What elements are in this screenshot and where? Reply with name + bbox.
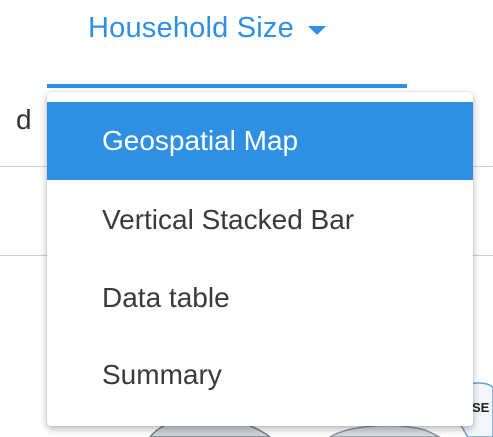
menu-item-summary[interactable]: Summary bbox=[47, 335, 473, 415]
view-type-menu: Geospatial Map Vertical Stacked Bar Data… bbox=[47, 92, 473, 426]
caret-down-icon bbox=[307, 26, 326, 35]
menu-item-geospatial-map[interactable]: Geospatial Map bbox=[47, 102, 473, 180]
map-region bbox=[328, 424, 441, 437]
tab-active-indicator bbox=[47, 84, 407, 88]
tab-label: Household Size bbox=[88, 12, 294, 44]
background-text-fragment: d bbox=[16, 104, 32, 135]
menu-item-vertical-stacked-bar[interactable]: Vertical Stacked Bar bbox=[47, 180, 473, 260]
menu-item-label: Geospatial Map bbox=[102, 125, 299, 156]
menu-item-label: Summary bbox=[102, 359, 222, 390]
map-label: SE bbox=[472, 400, 490, 415]
menu-item-data-table[interactable]: Data table bbox=[47, 258, 473, 338]
menu-item-label: Data table bbox=[102, 282, 230, 313]
household-size-tab[interactable]: Household Size bbox=[88, 12, 326, 45]
menu-item-label: Vertical Stacked Bar bbox=[102, 204, 355, 235]
